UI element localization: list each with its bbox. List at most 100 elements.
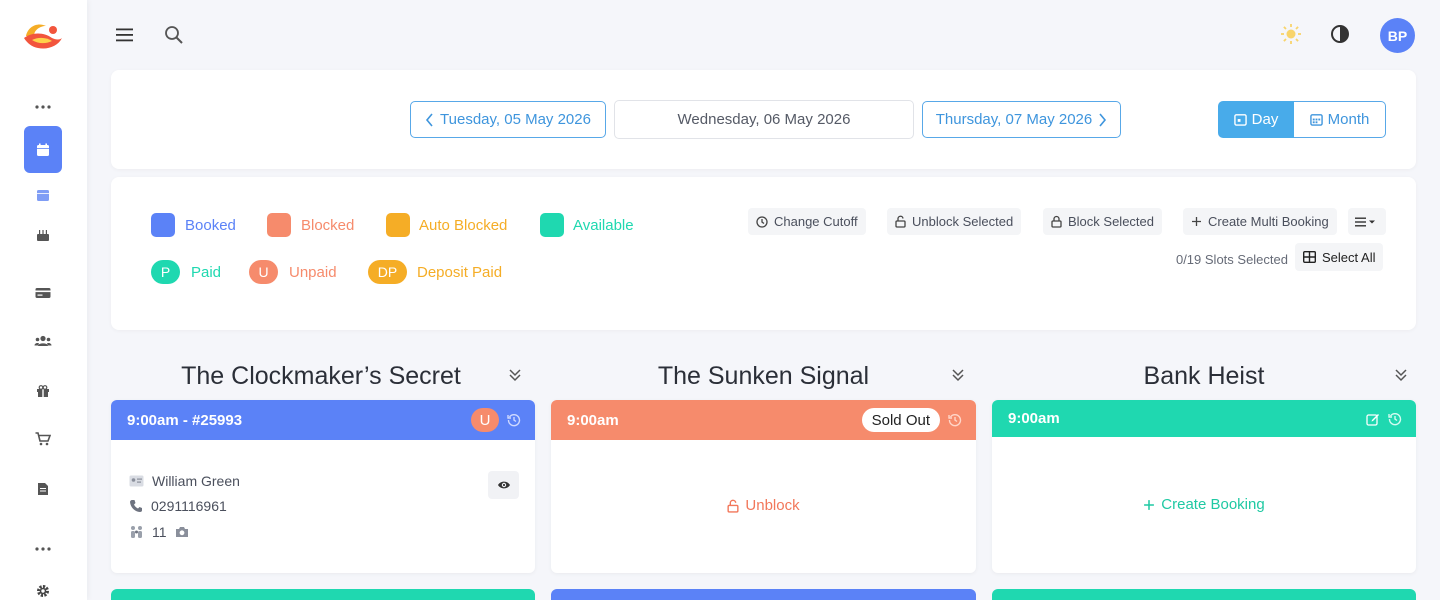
slot-header: 9:00am [992,400,1416,437]
slot-card-booked[interactable]: 9:00am - #25993 U William Green 02911169… [111,400,535,573]
create-multi-booking-label: Create Multi Booking [1208,214,1329,229]
unblock-slot-button[interactable]: Unblock [551,497,976,514]
slot-header: 9:00am Sold Out [551,400,976,440]
phone-icon [130,500,142,512]
unblock-label: Unblock [745,497,800,514]
next-day-button[interactable]: Thursday, 07 May 2026 [922,101,1121,138]
create-multi-booking-button[interactable]: Create Multi Booking [1183,208,1337,235]
block-selected-label: Block Selected [1068,214,1154,229]
sidebar-item-bookings[interactable] [24,216,62,254]
clock-icon [756,215,768,228]
sidebar-item-shop[interactable] [24,420,62,458]
eye-icon [497,481,510,489]
prev-day-button[interactable]: Tuesday, 05 May 2026 [410,101,606,138]
sidebar-item-calendar[interactable] [24,126,62,173]
chevron-double-down-icon[interactable] [1394,368,1408,387]
camera-icon[interactable] [175,526,189,538]
paid-badge: P [151,260,180,284]
create-booking-label: Create Booking [1161,496,1265,513]
current-date-display[interactable]: Wednesday, 06 May 2026 [614,100,914,139]
next-slot-peek[interactable] [992,589,1416,600]
slot-time-booking: 9:00am - #25993 [127,411,243,429]
customer-phone: 0291116961 [151,498,227,514]
lock-icon [1051,215,1062,228]
calendar-icon [37,143,49,156]
legend-blocked-label: Blocked [301,216,355,234]
block-selected-button[interactable]: Block Selected [1043,208,1162,235]
unlock-icon [895,215,906,228]
edit-icon[interactable] [1366,412,1380,426]
history-icon[interactable] [1388,412,1402,426]
brand-logo[interactable] [22,18,64,52]
sun-icon[interactable] [1279,22,1303,46]
legend-unpaid-label: Unpaid [289,263,337,281]
chevron-left-icon [425,112,433,127]
change-cutoff-label: Change Cutoff [774,214,858,229]
customer-row: William Green [129,473,240,489]
credit-card-icon [35,288,51,298]
customer-name: William Green [152,473,240,489]
change-cutoff-button[interactable]: Change Cutoff [748,208,866,235]
sidebar-item-calendar-sub[interactable] [24,176,62,214]
sidebar-item-gifts[interactable] [24,372,62,410]
slot-time: 9:00am [1008,410,1060,427]
legend-booked: Booked [151,213,236,237]
legend-booked-label: Booked [185,216,236,234]
slot-card-blocked[interactable]: 9:00am Sold Out Unblock [551,400,976,573]
id-card-icon [129,475,144,487]
slots-selected-count: 0/19 Slots Selected [1175,252,1288,267]
chevron-right-icon [1099,112,1107,127]
sidebar-item-customers[interactable] [24,322,62,360]
current-date-label: Wednesday, 06 May 2026 [677,111,851,128]
list-menu-button[interactable] [1348,208,1386,235]
next-slot-peek[interactable] [111,589,535,600]
grid-select-icon [1303,251,1316,263]
settings-gear-icon[interactable] [24,572,62,600]
plus-icon [1192,217,1201,226]
view-booking-button[interactable] [488,471,519,499]
menu-hamburger-icon[interactable] [114,24,136,46]
list-dropdown-icon [1355,217,1375,226]
slot-card-available[interactable]: 9:00am Create Booking [992,400,1416,573]
view-month-button[interactable]: Month [1294,101,1386,138]
sidebar-item-payments[interactable] [24,274,62,312]
chevron-double-down-icon[interactable] [508,368,522,387]
unpaid-status-badge: U [471,408,499,432]
more-icon-bottom[interactable] [24,530,62,568]
create-booking-button[interactable]: Create Booking [992,496,1416,513]
select-all-label: Select All [1322,249,1376,265]
room-title-bank-heist: Bank Heist [1143,362,1265,390]
contrast-icon[interactable] [1328,22,1352,46]
unblock-selected-label: Unblock Selected [912,214,1014,229]
history-icon[interactable] [507,413,521,427]
prev-day-label: Tuesday, 05 May 2026 [440,111,591,128]
legend-unpaid: U Unpaid [249,260,337,284]
chevron-double-down-icon[interactable] [951,368,965,387]
calendar-month-icon [1309,114,1323,126]
legend-paid: P Paid [151,260,221,284]
view-day-button[interactable]: Day [1218,101,1294,138]
select-all-button[interactable]: Select All [1295,243,1384,271]
player-count: 11 [152,524,167,540]
cake-icon [37,230,49,241]
sidebar [0,0,87,600]
more-icon[interactable] [24,88,62,126]
legend-available-label: Available [573,216,634,234]
view-day-label: Day [1251,111,1279,128]
room-title-sunken-signal: The Sunken Signal [657,362,870,390]
calendar-day-icon [1233,114,1247,126]
legend-paid-label: Paid [191,263,222,281]
phone-row: 0291116961 [129,498,227,514]
gift-icon [37,385,49,397]
next-slot-peek[interactable] [551,589,976,600]
auto-blocked-swatch [386,213,410,237]
user-avatar[interactable]: BP [1380,18,1415,53]
legend-blocked: Blocked [267,213,354,237]
slot-header: 9:00am - #25993 U [111,400,535,440]
history-icon[interactable] [948,413,962,427]
unblock-selected-button[interactable]: Unblock Selected [887,208,1022,235]
sidebar-item-invoices[interactable] [24,470,62,508]
next-day-label: Thursday, 07 May 2026 [935,111,1093,128]
users-icon [34,335,52,346]
search-icon[interactable] [163,24,185,46]
